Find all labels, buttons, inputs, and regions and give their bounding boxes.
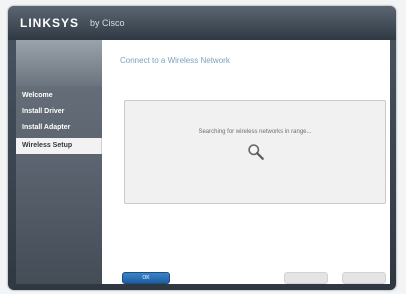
sidebar-item-label: Welcome (22, 92, 53, 99)
sidebar: Welcome Install Driver Install Adapter W… (16, 40, 102, 284)
installer-window: LINKSYS by Cisco Welcome Install Driver … (8, 6, 396, 290)
ok-button-label: OK (142, 275, 150, 281)
brand-suffix: by Cisco (90, 18, 125, 28)
sidebar-item-label: Install Driver (22, 108, 65, 115)
sidebar-item-wireless-setup[interactable]: Wireless Setup (16, 138, 102, 154)
ok-button[interactable]: OK (122, 272, 170, 284)
page-title: Connect to a Wireless Network (120, 56, 230, 65)
search-status-panel: Searching for wireless networks in range… (124, 100, 386, 204)
next-button[interactable] (342, 272, 386, 284)
sidebar-item-label: Install Adapter (22, 124, 71, 131)
sidebar-item-install-driver[interactable]: Install Driver (16, 104, 102, 120)
back-button[interactable] (284, 272, 328, 284)
brand-bar: LINKSYS by Cisco (8, 6, 396, 40)
sidebar-header (16, 40, 102, 86)
brand-logo: LINKSYS (20, 16, 80, 30)
sidebar-item-welcome[interactable]: Welcome (16, 88, 102, 104)
sidebar-item-install-adapter[interactable]: Install Adapter (16, 120, 102, 136)
status-message: Searching for wireless networks in range… (198, 129, 312, 135)
magnifier-icon (248, 144, 264, 160)
main-content: Connect to a Wireless Network Searching … (102, 40, 390, 284)
sidebar-item-label: Wireless Setup (22, 142, 73, 149)
sidebar-footer (16, 160, 102, 284)
screen: LINKSYS by Cisco Welcome Install Driver … (0, 0, 406, 294)
